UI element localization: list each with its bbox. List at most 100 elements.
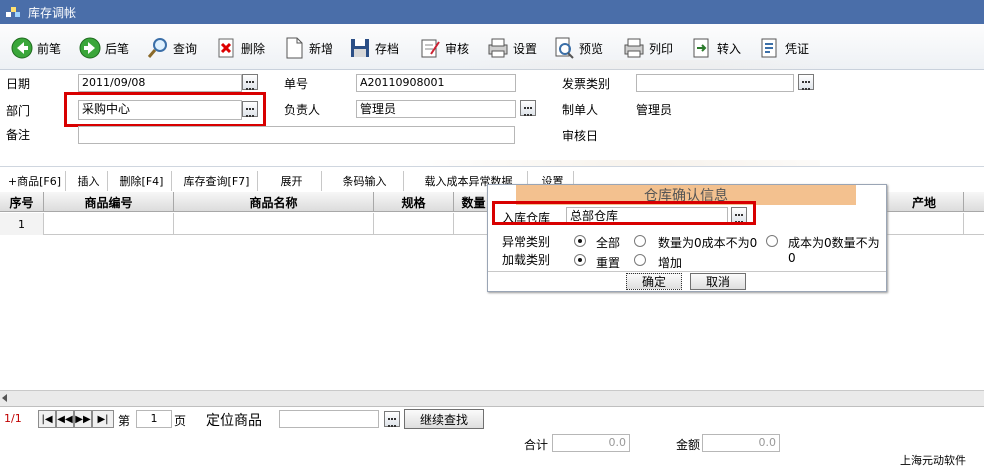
continue-search-button[interactable]: 继续查找: [404, 409, 484, 429]
barcode-input-button[interactable]: 条码输入: [326, 171, 404, 191]
invoice-type-picker-icon[interactable]: [798, 74, 814, 90]
delete-row-button[interactable]: 删除[F4]: [112, 171, 172, 191]
next-record-button[interactable]: 后笔: [78, 34, 129, 62]
order-no-label: 单号: [284, 77, 309, 91]
warehouse-confirm-dialog: 仓库确认信息 入库仓库 总部仓库 异常类别 全部 数量为0成本不为0 成本为0数…: [487, 184, 887, 292]
row-index: 1: [0, 213, 44, 235]
pager-bar: 1/1 |◀ ◀◀ ▶▶ ▶| 第 1 页 定位商品 继续查找: [0, 406, 984, 430]
col-index[interactable]: 序号: [0, 192, 44, 212]
next-page-icon[interactable]: ▶▶: [74, 410, 92, 428]
printer-icon: [624, 38, 644, 58]
date-calendar-icon[interactable]: [242, 74, 258, 90]
printer-settings-icon: [488, 38, 508, 58]
stock-query-button[interactable]: 库存查询[F7]: [176, 171, 258, 191]
creator-value: 管理员: [636, 103, 673, 117]
scroll-left-icon[interactable]: [2, 394, 7, 402]
main-toolbar: 前笔 后笔 查询 删除 新增 存档 审核 设置 预览 列印 转入 凭证: [0, 24, 984, 70]
date-label: 日期: [6, 77, 31, 91]
anomaly-cost-zero-label: 成本为0数量不为0: [788, 236, 880, 265]
save-button[interactable]: 存档: [348, 34, 399, 62]
note-field[interactable]: [78, 126, 515, 144]
invoice-type-field[interactable]: [636, 74, 794, 92]
col-origin[interactable]: 产地: [884, 192, 964, 212]
owner-field[interactable]: 管理员: [356, 100, 516, 118]
next-arrow-icon: [79, 37, 101, 59]
window-title: 库存调帐: [28, 5, 77, 20]
cell-item-code[interactable]: [44, 213, 174, 235]
amount-field: 0.0: [702, 434, 780, 452]
col-spec[interactable]: 规格: [374, 192, 454, 212]
locate-picker-icon[interactable]: [384, 411, 400, 427]
order-no-field[interactable]: A20110908001: [356, 74, 516, 92]
prev-page-icon[interactable]: ◀◀: [56, 410, 74, 428]
owner-picker-icon[interactable]: [520, 100, 536, 116]
page-suffix: 页: [174, 414, 187, 428]
dept-label: 部门: [6, 104, 31, 118]
load-type-label: 加载类别: [502, 253, 551, 267]
new-button[interactable]: 新增: [282, 34, 333, 62]
load-append-label: 增加: [658, 256, 683, 270]
load-reset-radio[interactable]: [574, 254, 586, 266]
voucher-icon: [761, 38, 777, 58]
print-preview-icon: [555, 37, 574, 59]
cell-spec[interactable]: [374, 213, 454, 235]
ok-button[interactable]: 确定: [626, 273, 682, 290]
cancel-button[interactable]: 取消: [690, 273, 746, 290]
expand-button[interactable]: 展开: [262, 171, 322, 191]
page-prefix: 第: [118, 414, 131, 428]
amount-label: 金额: [676, 438, 701, 452]
horizontal-scrollbar[interactable]: [0, 390, 984, 406]
new-doc-icon: [286, 37, 303, 59]
creator-label: 制单人: [562, 103, 599, 117]
date-field[interactable]: 2011/09/08: [78, 74, 242, 92]
locate-item-label: 定位商品: [206, 413, 262, 429]
col-item-name[interactable]: 商品名称: [174, 192, 374, 212]
last-page-icon[interactable]: ▶|: [92, 410, 114, 428]
anomaly-all-radio[interactable]: [574, 235, 586, 247]
import-icon: [693, 38, 709, 58]
anomaly-type-label: 异常类别: [502, 235, 551, 249]
sum-field: 0.0: [552, 434, 630, 452]
print-settings-button[interactable]: 设置: [486, 34, 537, 62]
dialog-divider: [488, 271, 886, 272]
print-button[interactable]: 列印: [622, 34, 673, 62]
owner-label: 负责人: [284, 103, 321, 117]
company-name: 上海元动软件: [900, 454, 966, 467]
prev-record-button[interactable]: 前笔: [10, 34, 61, 62]
sum-label: 合计: [524, 438, 549, 452]
anomaly-all-label: 全部: [596, 236, 621, 250]
warehouse-highlight-box: [492, 201, 756, 225]
review-pen-icon: [421, 39, 440, 58]
locate-item-input[interactable]: [279, 410, 379, 428]
query-button[interactable]: 查询: [146, 34, 197, 62]
cell-origin[interactable]: [884, 213, 964, 235]
insert-button[interactable]: 插入: [70, 171, 108, 191]
page-indicator: 1/1: [4, 412, 22, 425]
anomaly-qty-zero-label: 数量为0成本不为0: [658, 236, 758, 250]
window-titlebar: 库存调帐: [0, 0, 984, 24]
prev-arrow-icon: [11, 37, 33, 59]
floppy-disk-icon: [351, 39, 369, 57]
delete-doc-icon: [218, 38, 234, 58]
totals-bar: 合计 0.0 金额 0.0 上海元动软件: [0, 430, 984, 472]
first-page-icon[interactable]: |◀: [38, 410, 56, 428]
note-label: 备注: [6, 128, 31, 142]
magnifier-icon: [147, 38, 167, 58]
anomaly-cost-zero-radio[interactable]: [766, 235, 778, 247]
col-item-code[interactable]: 商品编号: [44, 192, 174, 212]
review-button[interactable]: 审核: [418, 34, 469, 62]
invoice-type-label: 发票类别: [562, 77, 611, 91]
load-append-radio[interactable]: [634, 254, 646, 266]
anomaly-qty-zero-radio[interactable]: [634, 235, 646, 247]
voucher-button[interactable]: 凭证: [758, 34, 809, 62]
add-item-button[interactable]: +商品[F6]: [4, 171, 66, 191]
import-button[interactable]: 转入: [690, 34, 741, 62]
review-date-label: 审核日: [562, 129, 599, 143]
print-preview-button[interactable]: 预览: [552, 34, 603, 62]
page-number-input[interactable]: 1: [136, 410, 172, 428]
delete-button[interactable]: 删除: [214, 34, 265, 62]
header-form: 日期 2011/09/08 部门 采购中心 备注 单号 A20110908001…: [0, 70, 984, 160]
app-icon: [6, 7, 20, 17]
cell-item-name[interactable]: [174, 213, 374, 235]
load-reset-label: 重置: [596, 256, 621, 270]
